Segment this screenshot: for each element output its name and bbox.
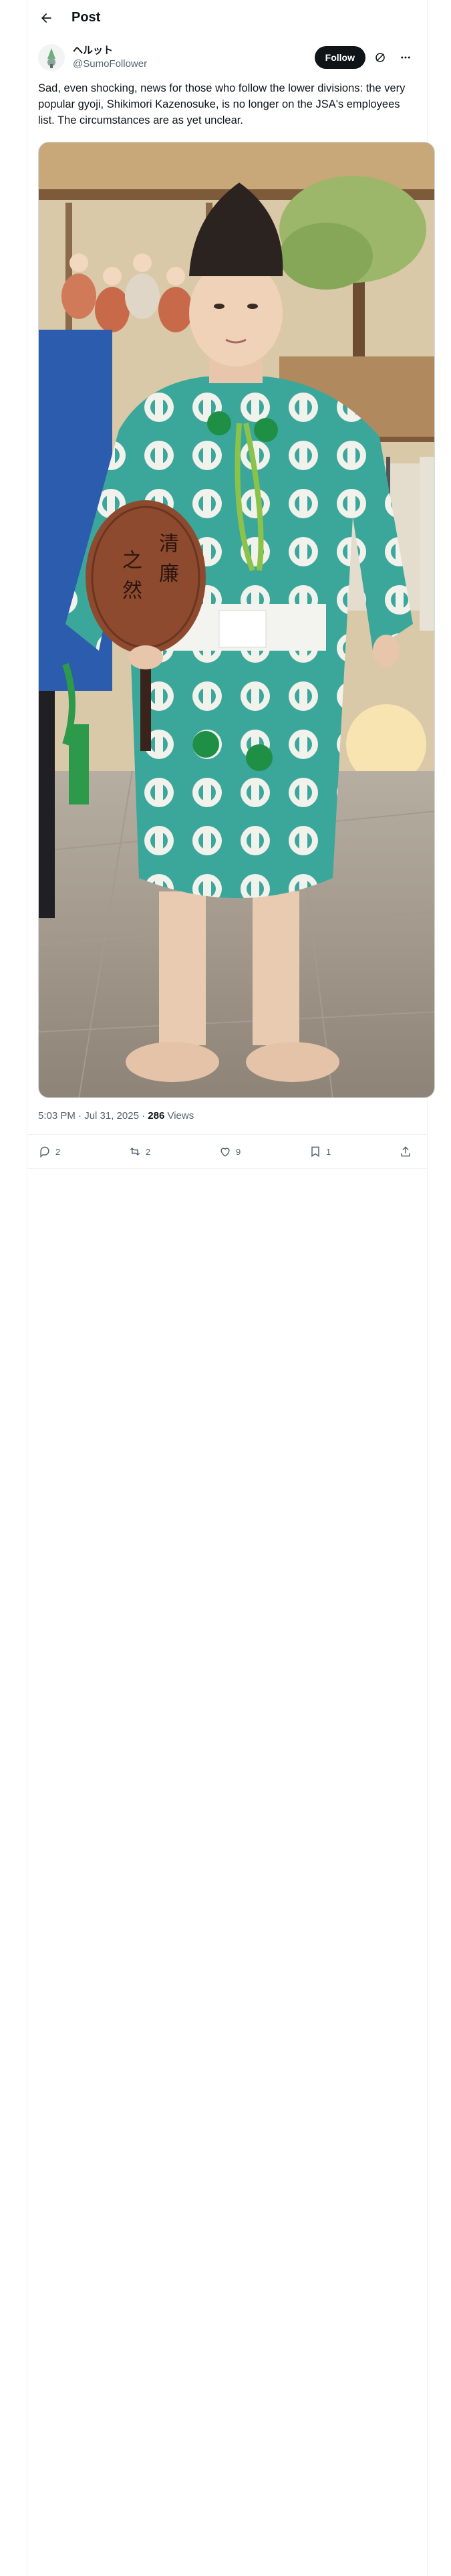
- like-count: 9: [236, 1146, 241, 1157]
- like-button[interactable]: 9: [218, 1145, 241, 1158]
- top-bar: Post: [27, 0, 427, 35]
- repost-icon: [130, 1147, 140, 1156]
- reply-button[interactable]: 2: [38, 1145, 60, 1158]
- page-title: Post: [71, 10, 101, 25]
- fan-char: 然: [122, 579, 142, 603]
- arrow-left-icon: [41, 13, 51, 23]
- fan-char: 清: [159, 532, 179, 556]
- post-meta: 5:03 PM · Jul 31, 2025 · 286 Views: [38, 1110, 194, 1121]
- reply-count: 2: [55, 1146, 61, 1157]
- meta-separator: ·: [142, 1110, 148, 1121]
- more-options-button[interactable]: [395, 47, 416, 68]
- repost-count: 2: [146, 1146, 151, 1157]
- author-meta: ヘルット @SumoFollower: [73, 44, 147, 71]
- more-icon: [401, 56, 410, 59]
- views-count: 286: [148, 1110, 165, 1121]
- bookmark-count: 1: [326, 1146, 331, 1157]
- reply-icon: [40, 1146, 49, 1158]
- back-button[interactable]: [34, 6, 58, 30]
- avatar[interactable]: [38, 44, 65, 71]
- share-button[interactable]: [399, 1145, 416, 1158]
- post-image[interactable]: 清 廉 之 然: [38, 142, 435, 1098]
- grok-button[interactable]: [369, 47, 391, 68]
- bookmark-button[interactable]: 1: [309, 1145, 331, 1158]
- author-name[interactable]: ヘルット: [73, 44, 147, 58]
- grok-icon: [375, 53, 385, 62]
- repost-button[interactable]: 2: [128, 1145, 150, 1158]
- author-handle[interactable]: @SumoFollower: [73, 58, 147, 71]
- action-bar: 2 2 9 1: [27, 1134, 427, 1169]
- main-column: Post ヘルット @SumoFollower Follow Sad, even…: [27, 0, 435, 2576]
- heart-icon: [220, 1148, 230, 1157]
- bookmark-icon: [311, 1146, 319, 1158]
- fan-char: 之: [122, 549, 142, 572]
- share-icon: [401, 1146, 410, 1157]
- post-timestamp[interactable]: 5:03 PM · Jul 31, 2025: [38, 1110, 139, 1121]
- avatar-image: [38, 44, 65, 71]
- follow-button[interactable]: Follow: [314, 46, 365, 69]
- views-label: Views: [167, 1110, 194, 1121]
- photo-gyoji: 清 廉 之 然: [39, 142, 434, 1097]
- post-text: Sad, even shocking, news for those who f…: [38, 82, 406, 126]
- author-row: ヘルット @SumoFollower Follow: [38, 41, 416, 74]
- fan-char: 廉: [159, 562, 179, 586]
